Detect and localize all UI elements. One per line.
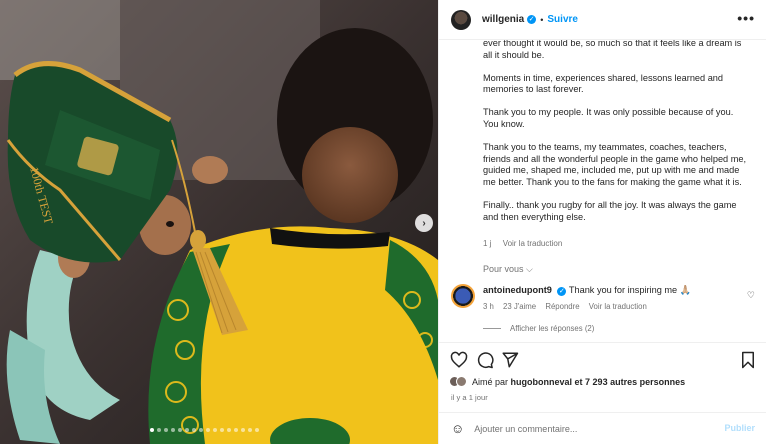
author-avatar[interactable] — [451, 9, 471, 30]
follow-button[interactable]: Suivre — [547, 14, 578, 25]
save-bookmark-icon[interactable] — [739, 351, 757, 369]
carousel-dot — [234, 428, 238, 432]
comment-time: 3 h — [483, 302, 494, 311]
comment-translate-link[interactable]: Voir la traduction — [589, 302, 647, 311]
post-photo: 100th TEST — [0, 0, 438, 444]
likes-prefix: Aimé par — [472, 376, 509, 387]
caption-paragraph: Thank you to my people. It was only poss… — [483, 107, 734, 129]
carousel-dot — [227, 428, 231, 432]
liker-avatar — [456, 376, 467, 387]
carousel-dot — [150, 428, 154, 432]
comment-like-count[interactable]: 23 J'aime — [503, 302, 536, 311]
more-options-icon[interactable]: ••• — [737, 10, 755, 26]
like-heart-icon[interactable] — [450, 351, 468, 369]
comments-scroll-area[interactable]: ever thought it would be, so much so tha… — [439, 40, 766, 342]
add-comment-bar: ☺ Publier — [439, 412, 766, 444]
carousel-dot — [157, 428, 161, 432]
comment-bubble-icon[interactable] — [476, 351, 494, 369]
replies-divider — [483, 328, 501, 329]
verified-badge-icon: ✓ — [527, 15, 537, 24]
view-replies-label[interactable]: Afficher les réponses (2) — [510, 324, 594, 333]
comment-input[interactable] — [474, 423, 705, 434]
post-sidebar: willgenia ✓ • Suivre ••• ever thought it… — [438, 0, 766, 444]
carousel-dot — [171, 428, 175, 432]
carousel-dot — [164, 428, 168, 432]
for-you-toggle[interactable]: Pour vous ⌵ — [483, 264, 533, 275]
comment-text: Thank you for inspiring me 🙏🏼 — [568, 285, 692, 295]
verified-badge-icon: ✓ — [557, 287, 567, 296]
carousel-dot — [248, 428, 252, 432]
post-caption: ever thought it would be, so much so tha… — [483, 40, 751, 235]
likes-summary: Aimé par hugobonneval et 7 293 autres pe… — [449, 376, 685, 387]
commenter-avatar[interactable] — [451, 284, 475, 308]
share-send-icon[interactable] — [501, 351, 519, 369]
carousel-dot — [206, 428, 210, 432]
author-username[interactable]: willgenia — [482, 14, 524, 25]
comment-like-heart-icon[interactable]: ♡ — [747, 290, 755, 301]
commenter-username[interactable]: antoinedupont9 — [483, 285, 552, 295]
likes-suffix[interactable]: et 7 293 autres personnes — [575, 377, 686, 387]
publish-button[interactable]: Publier — [724, 423, 755, 433]
header-separator: • — [540, 14, 544, 25]
likes-user[interactable]: hugobonneval — [511, 377, 573, 387]
caption-meta: 1 j Voir la traduction — [483, 239, 571, 248]
carousel-dot — [199, 428, 203, 432]
emoji-picker-icon[interactable]: ☺ — [451, 421, 464, 436]
carousel-dot — [185, 428, 189, 432]
caption-translate-link[interactable]: Voir la traduction — [503, 239, 563, 248]
caption-paragraph: ever thought it would be, so much so tha… — [483, 40, 742, 60]
post-date: il y a 1 jour — [451, 393, 488, 402]
carousel-dot — [241, 428, 245, 432]
likes-text[interactable]: Aimé par hugobonneval et 7 293 autres pe… — [472, 377, 685, 387]
carousel-dot — [213, 428, 217, 432]
caption-paragraph: Finally.. thank you rugby for all the jo… — [483, 199, 737, 222]
comment-body: antoinedupont9 ✓ Thank you for inspiring… — [483, 285, 691, 296]
post-media[interactable]: 100th TEST › — [0, 0, 438, 444]
action-bar — [439, 342, 766, 376]
caption-paragraph: Thank you to the teams, my teammates, co… — [483, 142, 747, 187]
caption-paragraph: Moments in time, experiences shared, les… — [483, 72, 724, 95]
carousel-dot — [192, 428, 196, 432]
view-replies-button[interactable]: Afficher les réponses (2) — [483, 324, 594, 333]
reply-button[interactable]: Répondre — [545, 302, 579, 311]
carousel-dot — [220, 428, 224, 432]
comment-meta: 3 h 23 J'aime Répondre Voir la traductio… — [483, 302, 654, 311]
carousel-dot — [255, 428, 259, 432]
carousel-next-button[interactable]: › — [415, 214, 433, 232]
carousel-indicator — [150, 428, 259, 432]
caption-time: 1 j — [483, 239, 492, 248]
post-header: willgenia ✓ • Suivre ••• — [439, 0, 766, 40]
carousel-dot — [178, 428, 182, 432]
instagram-post-view: 100th TEST › willgenia ✓ • Suivre ••• ev… — [0, 0, 766, 444]
